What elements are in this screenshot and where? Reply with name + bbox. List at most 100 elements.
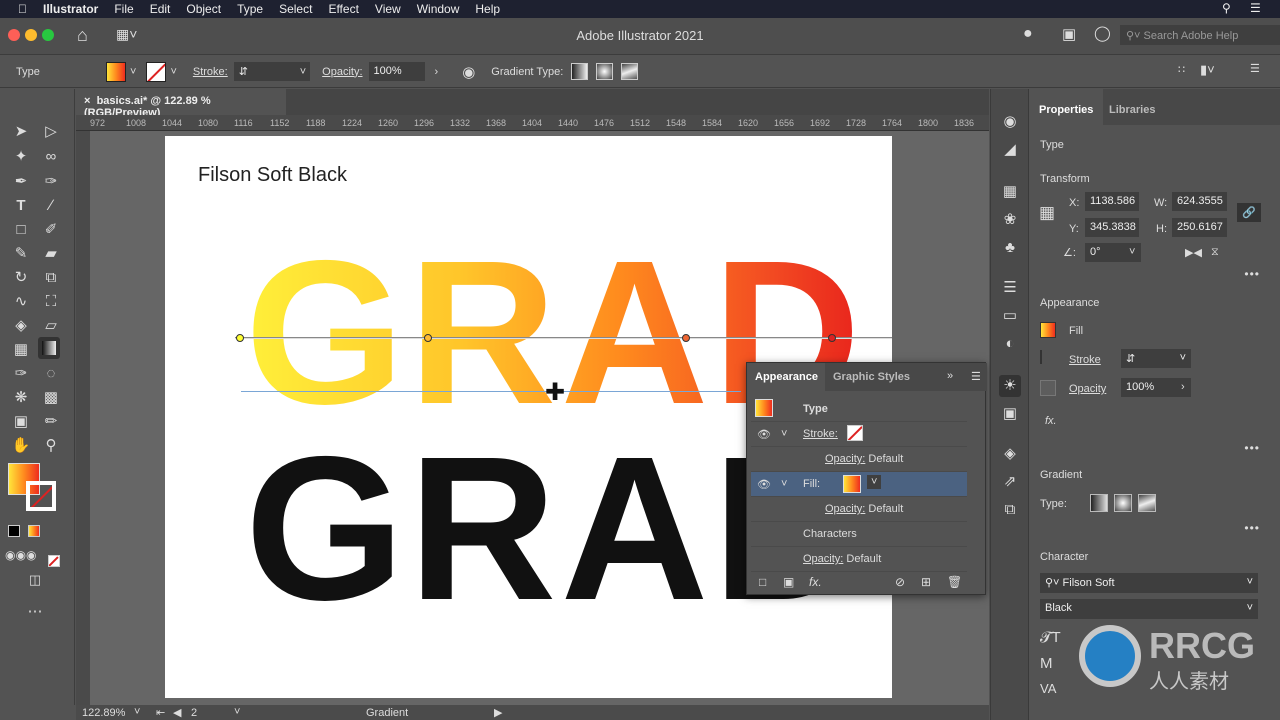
status-menu-icon[interactable]: ▶ <box>494 706 502 719</box>
scale-tool-icon[interactable]: ⧉ <box>40 267 62 289</box>
collapse-panel-icon[interactable]: » <box>947 370 953 382</box>
free-transform-tool-icon[interactable]: ⛶ <box>40 291 62 313</box>
add-fill-icon[interactable]: ▣ <box>783 575 794 589</box>
more-appearance-icon[interactable]: ••• <box>1244 441 1260 455</box>
stroke-dropdown-icon[interactable]: ˅ <box>170 66 176 78</box>
menu-effect[interactable]: Effect <box>328 2 358 16</box>
first-artboard-icon[interactable]: ⇤ <box>156 706 165 719</box>
color-guide-icon[interactable]: ◢ <box>999 139 1021 161</box>
width-field[interactable]: 624.3555 <box>1172 192 1227 211</box>
hand-tool-icon[interactable]: ✋ <box>10 435 32 457</box>
type-tool-icon[interactable]: T <box>10 195 32 217</box>
artboards-icon[interactable]: ⧉ <box>999 499 1021 521</box>
stroke-swatch[interactable] <box>1040 350 1042 364</box>
blend-tool-icon[interactable]: ◌ <box>40 363 62 385</box>
selection-tool-icon[interactable]: ➤ <box>10 121 32 143</box>
paintbrush-tool-icon[interactable]: ✐ <box>40 219 62 241</box>
symbol-sprayer-tool-icon[interactable]: ❋ <box>10 387 32 409</box>
fill-dropdown-icon[interactable]: ˅ <box>130 66 136 78</box>
artboard-tool-icon[interactable]: ▣ <box>10 411 32 433</box>
layers-panel-icon[interactable]: ◉ <box>999 111 1021 133</box>
stroke-label[interactable]: Stroke <box>1069 354 1101 366</box>
draw-mode-icon[interactable]: ◉◉◉ <box>5 544 36 566</box>
duplicate-item-icon[interactable]: ⊞ <box>921 575 931 589</box>
fill-row[interactable]: 👁 ˅ Fill: ˅ <box>751 472 967 497</box>
shape-builder-tool-icon[interactable]: ◈ <box>10 315 32 337</box>
opacity-label[interactable]: Opacity: <box>322 66 362 78</box>
font-name-text[interactable]: Filson Soft Black <box>198 164 347 187</box>
font-style-dropdown[interactable]: Black ˅ <box>1040 599 1258 619</box>
menu-object[interactable]: Object <box>186 2 221 16</box>
arrange-documents-icon[interactable]: ▣ <box>1062 25 1076 43</box>
transparency-icon[interactable]: ◐ <box>999 333 1021 355</box>
characters-row[interactable]: Characters <box>803 528 857 540</box>
gradient-stop[interactable] <box>828 334 836 342</box>
close-tab-icon[interactable]: × <box>84 95 90 107</box>
graph-tool-icon[interactable]: ▩ <box>40 387 62 409</box>
clear-appearance-icon[interactable]: ⊘ <box>895 575 905 589</box>
freeform-gradient-button[interactable] <box>621 63 639 80</box>
freeform-gradient-button[interactable] <box>1138 494 1156 512</box>
perspective-grid-tool-icon[interactable]: ▱ <box>40 315 62 337</box>
stroke-row[interactable]: 👁 ˅ Stroke: <box>751 422 967 447</box>
opacity-link[interactable]: Opacity: <box>825 453 865 465</box>
zoom-level-field[interactable]: 122.89% <box>82 707 125 719</box>
radial-gradient-button[interactable] <box>596 63 614 80</box>
direct-selection-tool-icon[interactable]: ▷ <box>40 121 62 143</box>
delete-item-icon[interactable]: 🗑 <box>947 575 962 589</box>
swatches-icon[interactable]: ▦ <box>999 181 1021 203</box>
stroke-color-swatch[interactable] <box>26 481 56 511</box>
flip-vertical-icon[interactable]: ⧖ <box>1211 246 1219 259</box>
more-transform-icon[interactable]: ••• <box>1244 267 1260 281</box>
fill-dropdown-icon[interactable]: ˅ <box>867 475 882 489</box>
transform-icon[interactable]: ∷ <box>1178 63 1185 76</box>
apple-icon[interactable]:  <box>18 2 27 16</box>
eyedropper-tool-icon[interactable]: ✑ <box>10 363 32 385</box>
fill-gradient-swatch[interactable] <box>843 475 861 493</box>
recolor-artwork-icon[interactable]: ◉ <box>462 63 475 81</box>
linear-gradient-button[interactable] <box>571 63 589 80</box>
none-mode-button[interactable] <box>48 555 60 567</box>
edit-toolbar-icon[interactable]: ⋯ <box>24 601 46 623</box>
fill-swatch[interactable] <box>106 61 126 82</box>
opacity-field[interactable]: 100% <box>368 62 425 81</box>
shaper-tool-icon[interactable]: ✎ <box>10 243 32 265</box>
align-icon[interactable]: ▮˅ <box>1200 62 1215 78</box>
horizontal-ruler[interactable]: 972 1008 1044 1080 1116 1152 1188 1224 1260 1296 1… <box>76 115 1046 131</box>
stroke-label[interactable]: Stroke: <box>193 66 228 78</box>
opacity-link[interactable]: Opacity: <box>803 553 843 565</box>
magic-wand-tool-icon[interactable]: ✦ <box>10 146 32 168</box>
menu-type[interactable]: Type <box>237 2 263 16</box>
menu-select[interactable]: Select <box>279 2 312 16</box>
artboard-number-field[interactable]: 2 <box>191 707 197 719</box>
menu-file[interactable]: File <box>114 2 133 16</box>
gradient-stop[interactable] <box>424 334 432 342</box>
spotlight-icon[interactable]: ⚲ <box>1222 1 1231 15</box>
menu-help[interactable]: Help <box>475 2 500 16</box>
appearance-panel-icon[interactable]: ☀ <box>999 375 1021 397</box>
control-menu-icon[interactable]: ☰ <box>1250 62 1260 75</box>
fx-icon[interactable]: fx. <box>1045 415 1057 427</box>
mesh-tool-icon[interactable]: ▦ <box>10 339 32 361</box>
previous-artboard-icon[interactable]: ◀ <box>173 706 181 719</box>
visibility-eye-icon[interactable]: 👁 <box>757 428 771 441</box>
menu-window[interactable]: Window <box>417 2 460 16</box>
flip-horizontal-icon[interactable]: ▶◀ <box>1185 246 1202 259</box>
current-tool-status[interactable]: Gradient <box>366 707 408 719</box>
menu-illustrator[interactable]: Illustrator <box>43 2 98 16</box>
menu-view[interactable]: View <box>375 2 401 16</box>
line-tool-icon[interactable]: ∕ <box>40 195 62 217</box>
share-user-icon[interactable]: ● <box>1023 25 1033 43</box>
rotate-tool-icon[interactable]: ↻ <box>10 267 32 289</box>
rotate-dropdown-icon[interactable]: ˅ <box>1129 246 1135 258</box>
graphic-styles-icon[interactable]: ▣ <box>999 403 1021 425</box>
symbols-icon[interactable]: ❀ <box>999 209 1021 231</box>
help-search-input[interactable]: ⚲˅ Search Adobe Help <box>1120 25 1280 45</box>
add-stroke-icon[interactable]: □ <box>759 575 766 589</box>
panel-menu-icon[interactable]: ☰ <box>971 370 981 383</box>
pen-tool-icon[interactable]: ✒ <box>10 171 32 193</box>
lasso-tool-icon[interactable]: ∞ <box>40 146 62 168</box>
y-field[interactable]: 345.3838 <box>1085 218 1139 237</box>
reference-point-icon[interactable]: ▦ <box>1039 203 1055 223</box>
height-field[interactable]: 250.6167 <box>1172 218 1227 237</box>
